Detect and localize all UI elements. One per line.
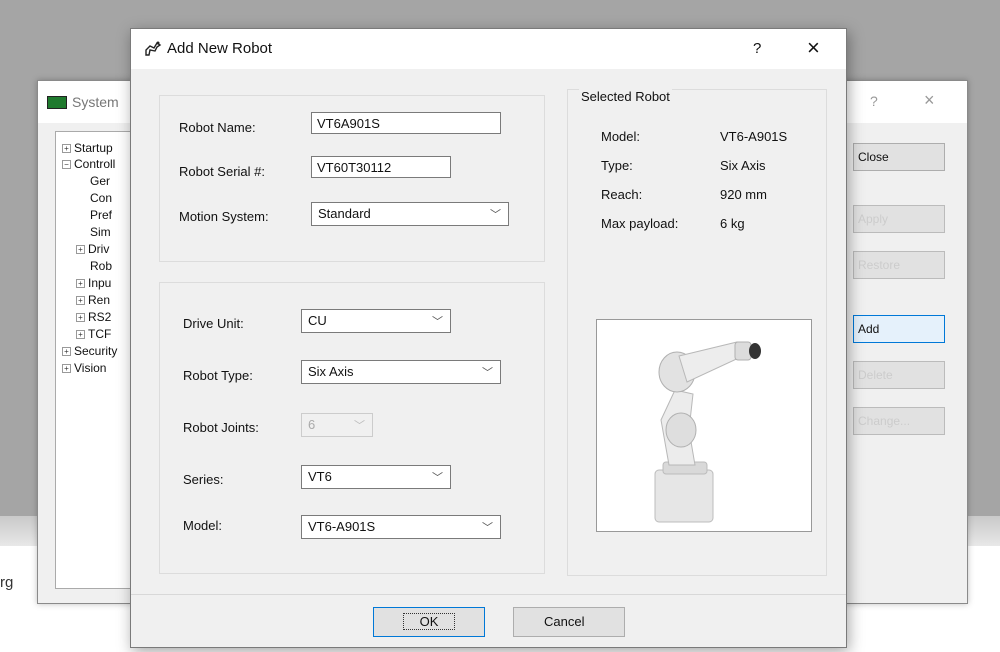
tree-item-configuration[interactable]: Con: [90, 191, 112, 205]
tree-item-vision[interactable]: + Vision: [62, 361, 106, 375]
dialog-titlebar: Add New Robot ? ×: [131, 29, 846, 69]
robot-serial-label: Robot Serial #:: [179, 164, 265, 179]
robot-name-input[interactable]: [311, 112, 501, 134]
info-label: Type:: [601, 158, 633, 173]
info-value-type: Six Axis: [720, 158, 766, 173]
robot-type-select[interactable]: Six Axis ﹀: [301, 360, 501, 384]
series-label: Series:: [183, 472, 224, 487]
info-label: Model:: [601, 129, 641, 144]
tree-item-rs232[interactable]: + RS2: [76, 310, 111, 324]
model-label: Model:: [183, 518, 223, 533]
collapse-icon[interactable]: −: [62, 160, 71, 170]
tree-item-tcp[interactable]: + TCF: [76, 327, 111, 341]
motion-system-select[interactable]: Standard ﹀: [311, 202, 509, 226]
system-app-icon: [47, 96, 67, 109]
chevron-down-icon: ﹀: [432, 316, 443, 328]
cancel-button[interactable]: Cancel: [513, 607, 625, 637]
dialog-close-icon[interactable]: ×: [807, 35, 820, 61]
tree-item-inputs[interactable]: + Inpu: [76, 276, 111, 290]
restore-button[interactable]: Restore: [853, 251, 945, 279]
tree-item-general[interactable]: Ger: [90, 174, 110, 188]
system-title: System: [72, 94, 119, 110]
expand-icon[interactable]: +: [76, 279, 85, 289]
chevron-down-icon: ﹀: [432, 472, 443, 484]
footer-divider: [131, 594, 846, 595]
tree-item-drive[interactable]: + Driv: [76, 242, 109, 256]
robot-name-label: Robot Name:: [179, 120, 256, 135]
robot-type-label: Robot Type:: [183, 368, 253, 383]
info-value-model: VT6-A901S: [720, 129, 788, 144]
add-button[interactable]: Add: [853, 315, 945, 343]
close-button[interactable]: Close: [853, 143, 945, 171]
expand-icon[interactable]: +: [62, 347, 71, 357]
dialog-help-button[interactable]: ?: [753, 40, 761, 57]
tree-item-simulator[interactable]: Sim: [90, 225, 111, 239]
tree-item-robots[interactable]: Rob: [90, 259, 112, 273]
robot-joints-label: Robot Joints:: [183, 420, 259, 435]
info-label: Reach:: [601, 187, 643, 202]
expand-icon[interactable]: +: [62, 144, 71, 154]
add-robot-dialog: Add New Robot ? × Robot Name: Robot Seri…: [130, 28, 847, 648]
series-select[interactable]: VT6 ﹀: [301, 465, 451, 489]
robot-serial-input[interactable]: [311, 156, 451, 178]
chevron-down-icon: ﹀: [482, 522, 493, 534]
tree-item-remote[interactable]: + Ren: [76, 293, 110, 307]
model-select[interactable]: VT6-A901S ﹀: [301, 515, 501, 539]
robot-app-icon: [143, 38, 163, 63]
drive-unit-label: Drive Unit:: [183, 316, 244, 331]
change-button[interactable]: Change...: [853, 407, 945, 435]
expand-icon[interactable]: +: [76, 296, 85, 306]
tree-item-controller[interactable]: − Controll: [62, 157, 115, 171]
chevron-down-icon: ﹀: [482, 367, 493, 379]
robot-image: [596, 319, 812, 532]
dialog-title: Add New Robot: [167, 40, 273, 57]
background-text: rg: [0, 574, 14, 591]
delete-button[interactable]: Delete: [853, 361, 945, 389]
tree-item-preferences[interactable]: Pref: [90, 208, 112, 222]
chevron-down-icon: ﹀: [354, 420, 365, 432]
motion-system-label: Motion System:: [179, 209, 269, 224]
system-help-button[interactable]: ?: [870, 93, 878, 109]
info-label: Max payload:: [601, 216, 679, 231]
expand-icon[interactable]: +: [76, 330, 85, 340]
apply-button[interactable]: Apply: [853, 205, 945, 233]
drive-unit-select[interactable]: CU ﹀: [301, 309, 451, 333]
expand-icon[interactable]: +: [76, 245, 85, 255]
selected-robot-heading: Selected Robot: [579, 89, 672, 104]
tree-item-security[interactable]: + Security: [62, 344, 117, 358]
robot-joints-select: 6 ﹀: [301, 413, 373, 437]
expand-icon[interactable]: +: [76, 313, 85, 323]
ok-button[interactable]: OK: [373, 607, 485, 637]
info-value-payload: 6 kg: [720, 216, 745, 231]
system-close-icon[interactable]: ×: [924, 90, 935, 111]
tree-item-startup[interactable]: + Startup: [62, 141, 113, 155]
info-value-reach: 920 mm: [720, 187, 767, 202]
chevron-down-icon: ﹀: [490, 209, 501, 221]
expand-icon[interactable]: +: [62, 364, 71, 374]
